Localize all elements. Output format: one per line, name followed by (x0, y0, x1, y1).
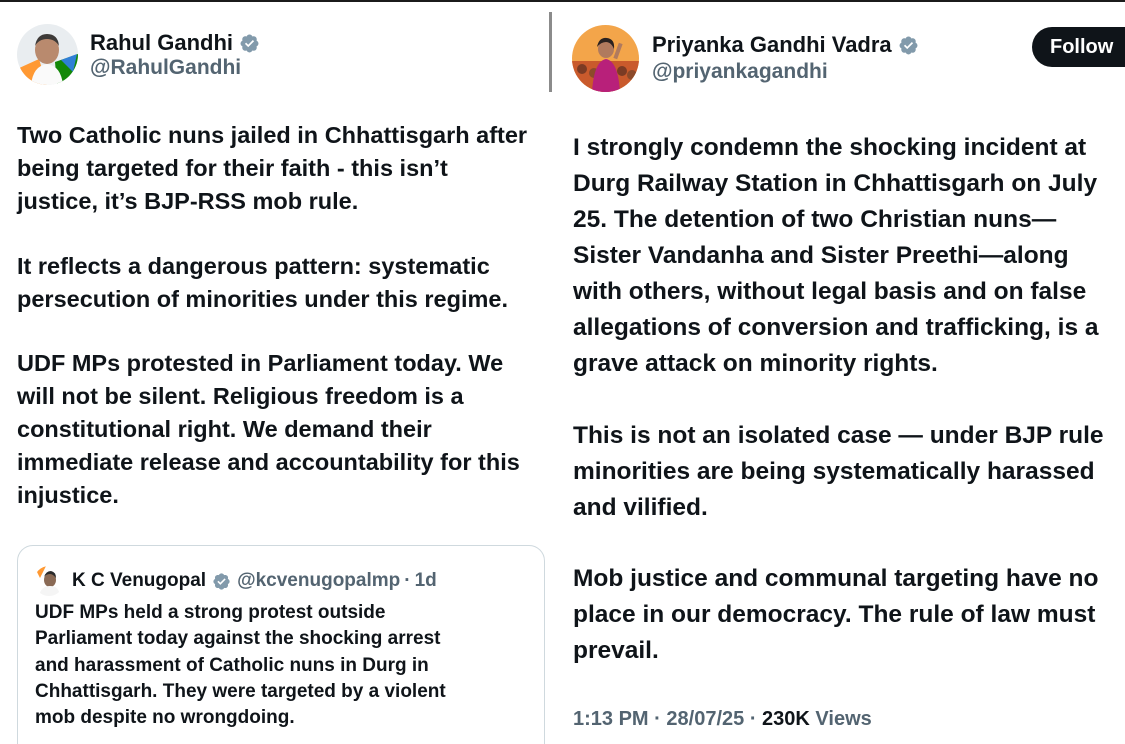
tweet-meta: 1:13 PM · 28/07/25 · 230K Views (573, 708, 872, 731)
priyanka-gandhi-avatar[interactable] (572, 25, 639, 92)
verified-badge-icon (212, 572, 231, 591)
tweet-line: prevail. (573, 637, 659, 664)
tweet-line: minorities are being systematically hara… (573, 458, 1095, 485)
author-name-text[interactable]: Priyanka Gandhi Vadra (652, 32, 892, 58)
tweet-line: place in our democracy. The rule of law … (573, 601, 1096, 628)
tweet-line: with others, without legal basis and on … (573, 278, 1087, 305)
follow-button[interactable]: Follow (1032, 27, 1125, 67)
tweet-line: and vilified. (573, 494, 708, 521)
tweet-line: Mob justice and communal targeting have … (573, 565, 1099, 592)
tweet-line: 25. The detention of two Christian nuns— (573, 206, 1057, 233)
views-label: Views (815, 708, 872, 730)
tweet-paragraph: It reflects a dangerous pattern: systema… (17, 253, 508, 312)
quoted-author-handle[interactable]: @kcvenugopalmp (237, 570, 400, 592)
tweet-paragraph: UDF MPs protested in Parliament today. W… (17, 350, 520, 508)
tweet-line: I strongly condemn the shocking incident… (573, 134, 1087, 161)
author-name-text[interactable]: Rahul Gandhi (90, 30, 233, 56)
tweet-paragraph: Two Catholic nuns jailed in Chhattisgarh… (17, 122, 528, 214)
tweet-line: grave attack on minority rights. (573, 350, 938, 377)
tweet-line: This is not an isolated case — under BJP… (573, 422, 1104, 449)
kc-venugopal-avatar[interactable] (34, 566, 64, 596)
left-tweet-panel: Rahul Gandhi @RahulGandhi Two Catholic n… (0, 0, 549, 744)
tweet-time[interactable]: 1:13 PM (573, 708, 649, 730)
rahul-gandhi-avatar[interactable] (17, 24, 78, 85)
verified-badge-icon (898, 35, 919, 56)
meta-separator: · (654, 708, 661, 730)
quoted-tweet-text: UDF MPs held a strong protest outside Pa… (35, 602, 446, 729)
author-handle[interactable]: @RahulGandhi (90, 56, 241, 80)
quoted-tweet-header: K C Venugopal @kcvenugopalmp · 1d (34, 566, 437, 596)
views-count[interactable]: 230K (762, 708, 810, 730)
meta-separator: · (749, 708, 757, 730)
tweet-date[interactable]: 28/07/25 (666, 708, 744, 730)
quoted-separator: · (404, 570, 411, 591)
author-handle[interactable]: @priyankagandhi (652, 60, 828, 84)
tweet-line: Durg Railway Station in Chhattisgarh on … (573, 170, 1098, 197)
verified-badge-icon (239, 33, 260, 54)
quoted-time-ago[interactable]: 1d (415, 570, 437, 592)
author-name[interactable]: Rahul Gandhi (90, 30, 260, 56)
quoted-author-name[interactable]: K C Venugopal (72, 570, 206, 592)
panel-divider (549, 12, 552, 92)
tweet-line: Sister Vandanha and Sister Preethi—along (573, 242, 1069, 269)
right-tweet-panel: Priyanka Gandhi Vadra @priyankagandhi Fo… (553, 0, 1125, 744)
quoted-tweet-card[interactable]: K C Venugopal @kcvenugopalmp · 1d UDF MP… (17, 545, 545, 744)
tweet-line: allegations of conversion and traffickin… (573, 314, 1099, 341)
author-name[interactable]: Priyanka Gandhi Vadra (652, 32, 919, 58)
